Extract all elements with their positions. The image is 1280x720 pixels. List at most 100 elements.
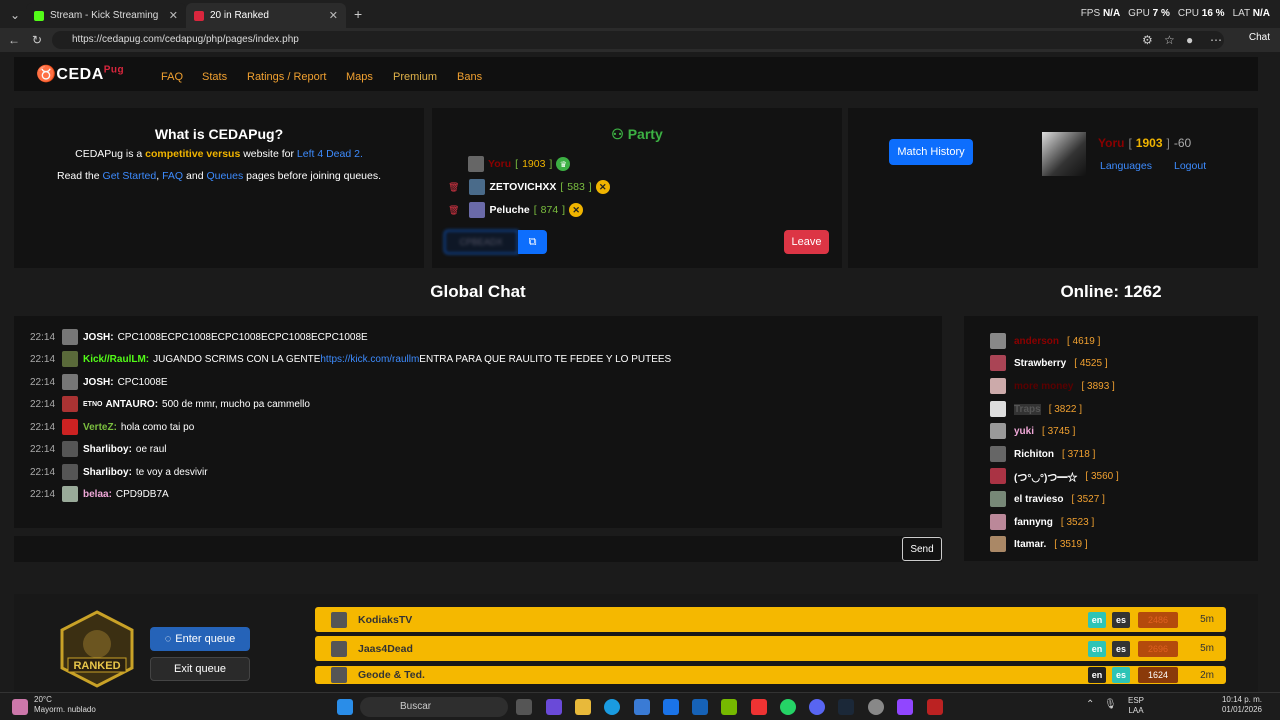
system-clock[interactable]: 10:14 p. m. 01/01/2026 xyxy=(1222,695,1262,715)
match-history-button[interactable]: Match History xyxy=(889,139,973,165)
queue-row[interactable]: KodiaksTV en es 2486 5m xyxy=(315,607,1226,632)
temperature: 20°C xyxy=(34,695,52,704)
nav-bans[interactable]: Bans xyxy=(457,71,482,83)
l4d2-game-icon[interactable] xyxy=(927,699,943,715)
reload-icon[interactable]: ↻ xyxy=(32,33,42,47)
lang-badge-en: en xyxy=(1088,611,1106,628)
mail-icon[interactable] xyxy=(692,699,708,715)
online-user[interactable]: anderson[ 4619 ] xyxy=(990,333,1100,349)
tab-ranked[interactable]: 20 in Ranked ✕ xyxy=(186,3,346,28)
bracket-close: ] xyxy=(549,158,553,170)
get-started-link[interactable]: Get Started xyxy=(103,170,157,182)
copilot-chat-button[interactable]: Chat xyxy=(1249,32,1270,43)
online-user[interactable]: (つ°◡°)つ━☆[ 3560 ] xyxy=(990,468,1119,484)
tab-kick[interactable]: Stream - Kick Streaming ✕ xyxy=(26,3,186,28)
twitch-icon[interactable] xyxy=(897,699,913,715)
leave-party-button[interactable]: Leave xyxy=(784,230,829,254)
chat-nick[interactable]: JOSH: xyxy=(83,332,114,343)
close-icon[interactable]: ✕ xyxy=(329,9,338,22)
member-name[interactable]: ZETOVICHXX xyxy=(489,181,556,193)
profile-icon[interactable]: ● xyxy=(1186,33,1193,47)
mic-icon[interactable]: 🎙 xyxy=(1104,699,1117,715)
weather-widget[interactable]: 20°C Mayorm. nublado xyxy=(34,695,96,715)
member-name[interactable]: Yoru xyxy=(488,158,511,170)
chat-nick[interactable]: Sharliboy: xyxy=(83,467,132,478)
queue-row[interactable]: Jaas4Dead en es 2696 5m xyxy=(315,636,1226,661)
chat-message: 22:14 Sharliboy: oe raul xyxy=(30,441,166,457)
clock-date: 01/01/2026 xyxy=(1221,705,1262,714)
online-user[interactable]: el travieso[ 3527 ] xyxy=(990,491,1105,507)
avatar xyxy=(990,514,1006,530)
online-user[interactable]: yuki[ 3745 ] xyxy=(990,423,1075,439)
whatsapp-icon[interactable] xyxy=(780,699,796,715)
tab-list-icon[interactable]: ⌄ xyxy=(10,8,20,22)
online-user[interactable]: Traps[ 3822 ] xyxy=(990,401,1082,417)
enter-queue-button[interactable]: ◌ Enter queue xyxy=(150,627,250,651)
chat-nick[interactable]: ANTAURO: xyxy=(105,399,158,410)
nvidia-icon[interactable] xyxy=(721,699,737,715)
close-icon[interactable]: ✕ xyxy=(169,9,178,22)
party-code-field[interactable]: CPBEADX xyxy=(444,230,518,254)
avatar[interactable] xyxy=(1042,132,1086,176)
chat-nick[interactable]: Sharliboy: xyxy=(83,444,132,455)
online-user[interactable]: fannyng[ 3523 ] xyxy=(990,514,1094,530)
user-elo: 3560 xyxy=(1090,470,1114,482)
windows-start-icon[interactable] xyxy=(337,699,353,715)
chat-input[interactable] xyxy=(14,536,942,562)
back-icon[interactable]: ← xyxy=(8,33,20,47)
url-field[interactable]: https://cedapug.com/cedapug/php/pages/in… xyxy=(52,31,1224,49)
trash-icon[interactable]: 🗑 xyxy=(448,205,459,216)
input-language[interactable]: ESP LAA xyxy=(1128,696,1144,716)
cedapug-logo[interactable]: ♉CEDAPug xyxy=(36,64,124,84)
queue-row[interactable]: Geode & Ted. en es 1624 2m xyxy=(315,666,1226,684)
member-name[interactable]: Peluche xyxy=(489,204,529,216)
outlook-icon[interactable] xyxy=(663,699,679,715)
nav-premium[interactable]: Premium xyxy=(393,71,437,83)
online-user[interactable]: Strawberry[ 4525 ] xyxy=(990,355,1108,371)
nav-maps[interactable]: Maps xyxy=(346,71,373,83)
nav-faq[interactable]: FAQ xyxy=(161,71,183,83)
taskbar-search[interactable]: Buscar xyxy=(360,697,508,717)
performance-overlay: FPS N/A GPU 7 % CPU 16 % LAT N/A xyxy=(1081,8,1270,19)
chat-nick[interactable]: Kick//RaulLM: xyxy=(83,354,149,365)
task-view-icon[interactable] xyxy=(516,699,532,715)
music-icon[interactable] xyxy=(751,699,767,715)
chat-nick[interactable]: JOSH: xyxy=(83,377,114,388)
chat-messages[interactable]: 22:14 JOSH: CPC1008ECPC1008ECPC1008ECPC10… xyxy=(14,316,942,528)
exit-queue-button[interactable]: Exit queue xyxy=(150,657,250,681)
nav-stats[interactable]: Stats xyxy=(202,71,227,83)
discord-icon[interactable] xyxy=(809,699,825,715)
store-icon[interactable] xyxy=(634,699,650,715)
member-elo: 583 xyxy=(567,181,585,193)
languages-link[interactable]: Languages xyxy=(1100,160,1152,172)
user-name: anderson xyxy=(1014,335,1060,347)
online-user[interactable]: Richiton[ 3718 ] xyxy=(990,446,1095,462)
steam-icon[interactable] xyxy=(838,699,854,715)
new-tab-icon[interactable]: + xyxy=(354,6,362,22)
logout-link[interactable]: Logout xyxy=(1174,160,1206,172)
more-icon[interactable]: ⋯ xyxy=(1210,33,1222,47)
lat-value: N/A xyxy=(1252,8,1270,19)
tray-chevron-icon[interactable]: ⌃ xyxy=(1086,699,1096,715)
l4d2-link[interactable]: Left 4 Dead 2. xyxy=(297,148,363,160)
faq-link[interactable]: FAQ xyxy=(162,170,183,182)
online-user[interactable]: more money[ 3893 ] xyxy=(990,378,1115,394)
chat-text: oe raul xyxy=(135,443,167,455)
copilot-icon[interactable] xyxy=(546,699,562,715)
lang-primary: ESP xyxy=(1128,696,1145,705)
chat-nick[interactable]: belaa: xyxy=(83,489,112,500)
extensions-icon[interactable]: ⚙ xyxy=(1142,33,1153,47)
chat-nick[interactable]: VerteZ: xyxy=(83,422,117,433)
obs-icon[interactable] xyxy=(868,699,884,715)
nav-ratings-report[interactable]: Ratings / Report xyxy=(247,71,326,83)
chat-link[interactable]: https://kick.com/raullm xyxy=(320,354,419,365)
online-user[interactable]: Itamar.[ 3519 ] xyxy=(990,536,1088,552)
copy-code-button[interactable]: ⧉ xyxy=(518,230,547,254)
queues-link[interactable]: Queues xyxy=(206,170,243,182)
edge-icon[interactable] xyxy=(604,699,620,715)
online-list[interactable]: anderson[ 4619 ] Strawberry[ 4525 ] more… xyxy=(964,316,1258,561)
favorites-icon[interactable]: ☆ xyxy=(1164,33,1175,47)
send-button[interactable]: Send xyxy=(902,537,942,561)
file-explorer-icon[interactable] xyxy=(575,699,591,715)
trash-icon[interactable]: 🗑 xyxy=(448,182,459,193)
